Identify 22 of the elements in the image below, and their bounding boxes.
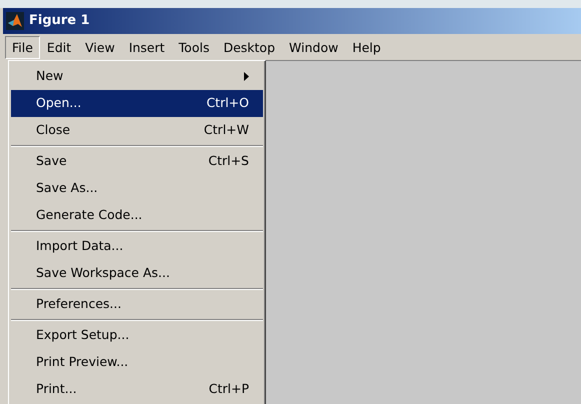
menu-entry[interactable]: Close Ctrl+W [11,117,263,144]
menu-entry[interactable]: Export Setup... [11,322,263,349]
menu-item[interactable]: Help [345,36,388,58]
menu-entry[interactable]: New [11,63,263,90]
menu-item[interactable]: Desktop [216,36,282,58]
menu-item[interactable]: Edit [40,36,78,58]
menu-entry[interactable]: Import Data... [11,233,263,260]
menu-entry[interactable]: Save Ctrl+S [11,148,263,175]
menu-entry[interactable]: Generate Code... [11,202,263,229]
window-title: Figure 1 [29,12,90,30]
app-logo-icon [6,12,24,30]
menu-item[interactable]: Window [282,36,346,58]
menu-entry[interactable]: Preferences... [11,291,263,318]
menu-entry[interactable]: Print Preview... [11,349,263,376]
menu-item[interactable]: View [78,36,122,58]
menu-entry[interactable]: Save As... [11,175,263,202]
menu-entry[interactable]: Open... Ctrl+O [11,90,263,117]
menu-item[interactable]: Tools [172,36,216,58]
menu-item[interactable]: Insert [122,36,172,58]
menu-entry[interactable]: Print... Ctrl+P [11,376,263,403]
menu-entry[interactable]: Save Workspace As... [11,260,263,287]
menu-item[interactable]: File [5,36,40,58]
